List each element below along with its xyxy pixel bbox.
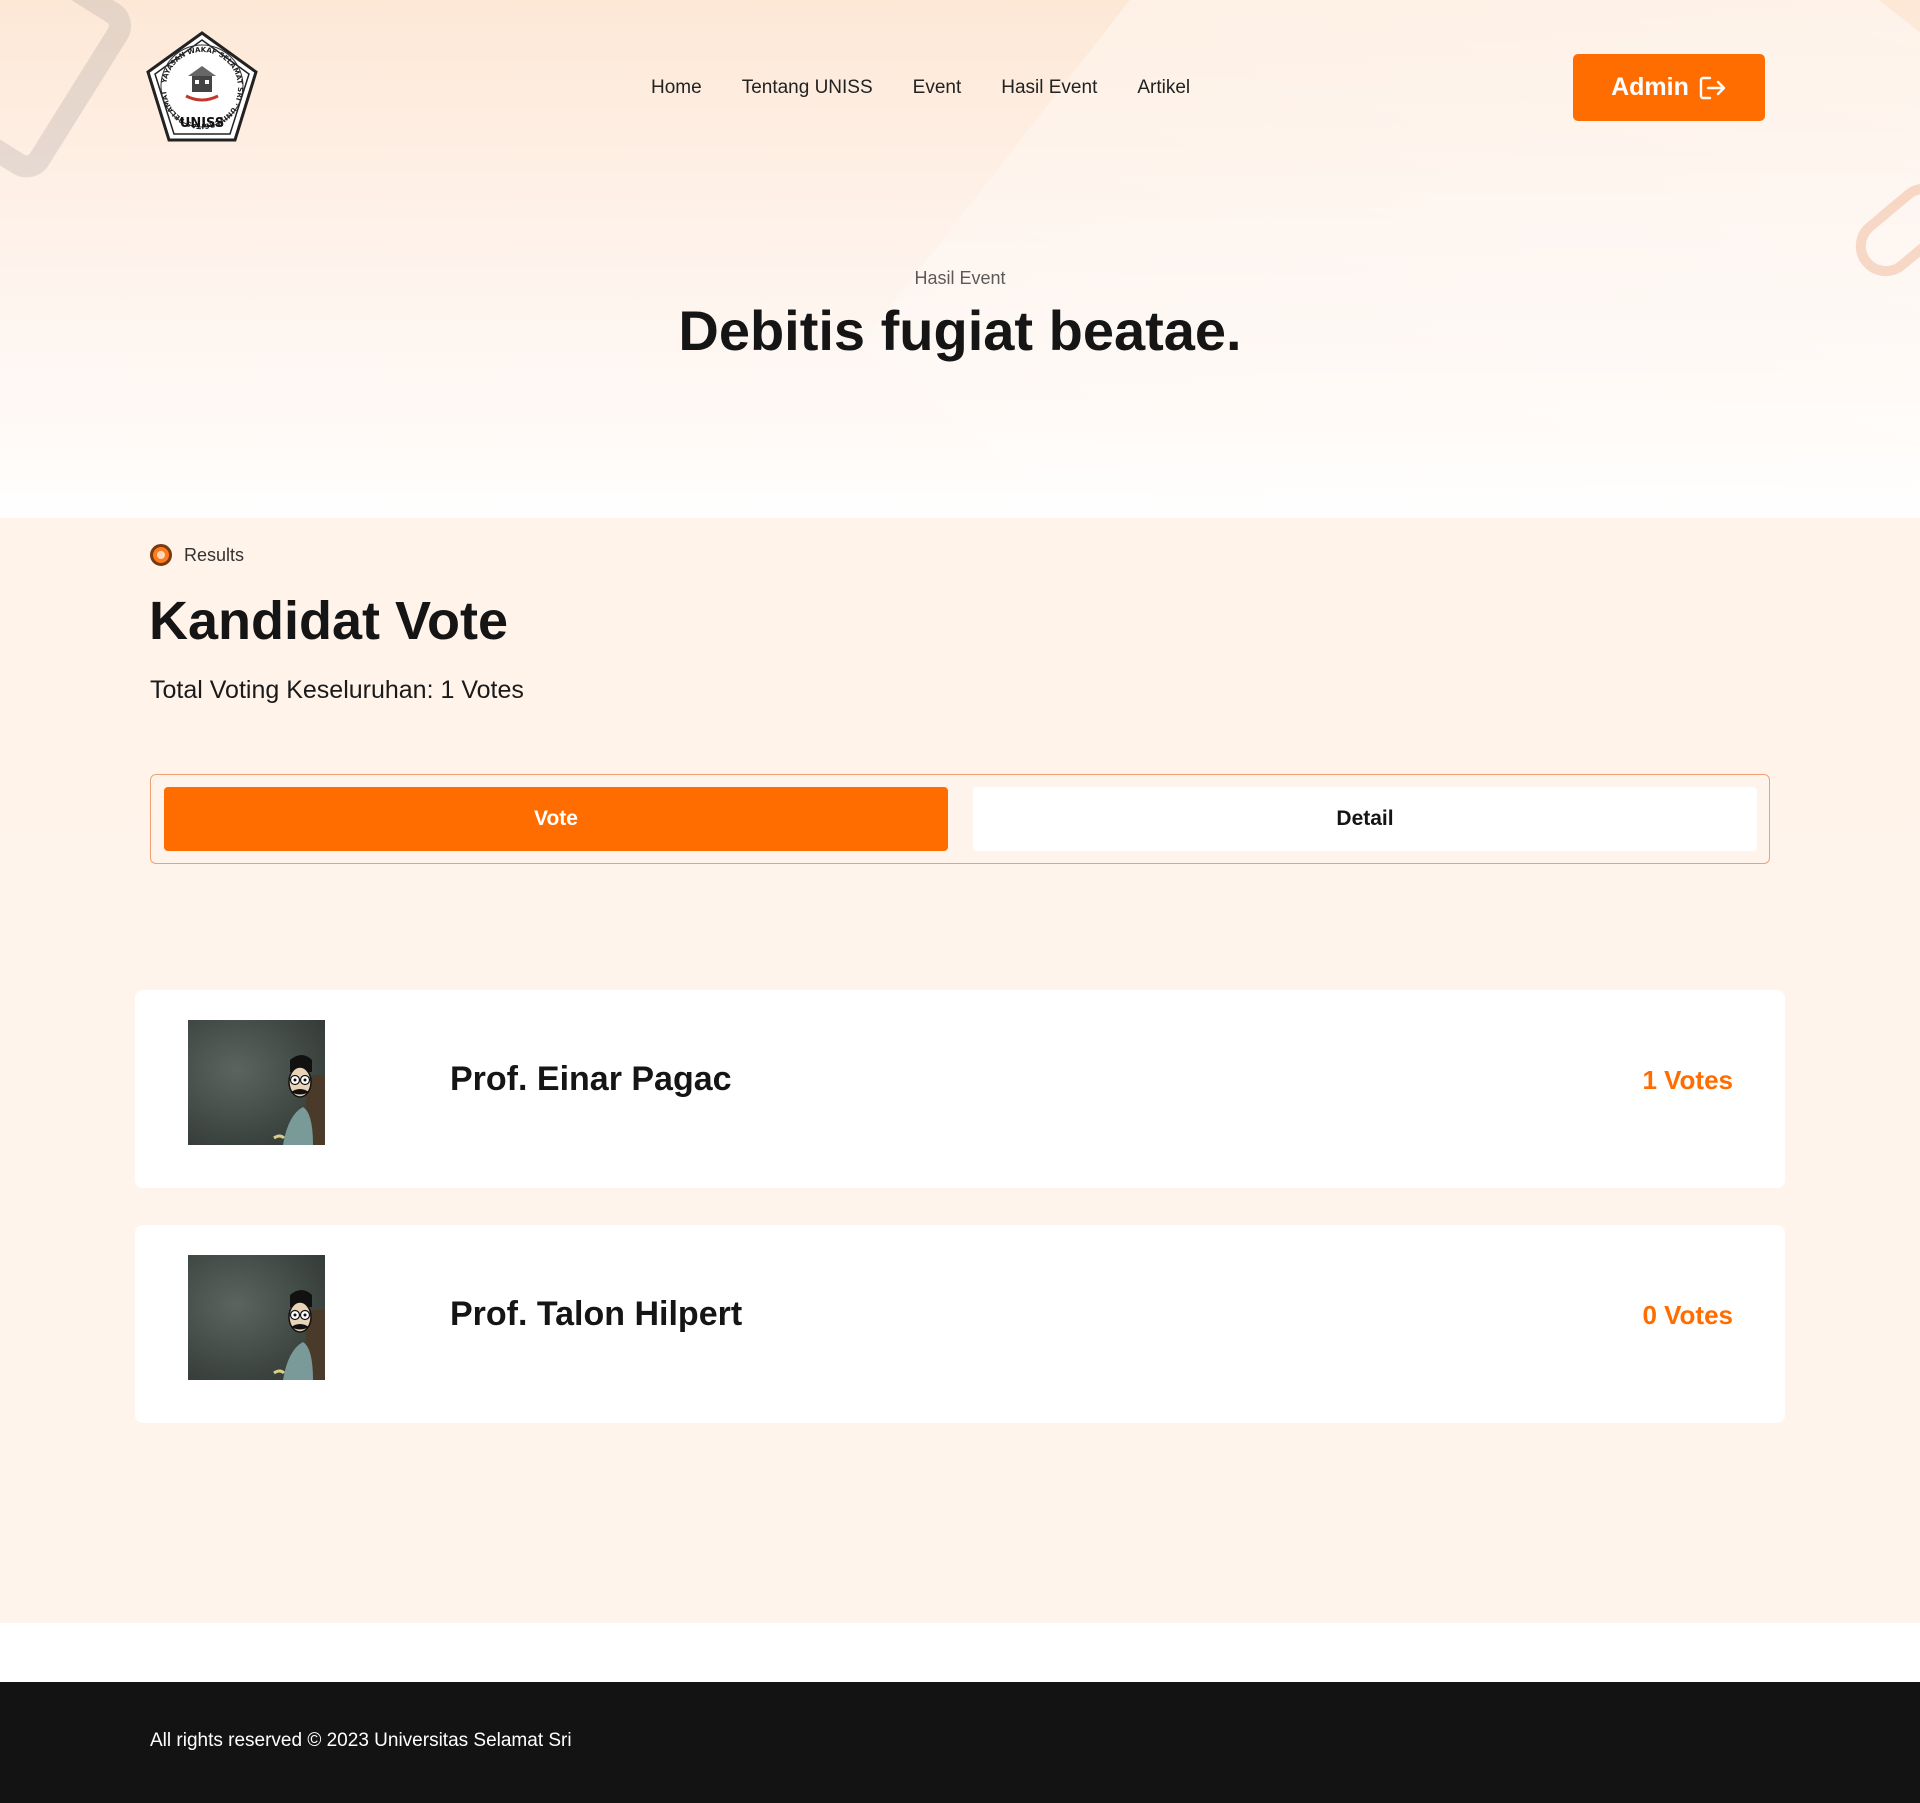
candidate-card: Prof. Einar Pagac 1 Votes — [135, 990, 1785, 1188]
footer: All rights reserved © 2023 Universitas S… — [0, 1682, 1920, 1803]
total-votes: Total Voting Keseluruhan: 1 Votes — [150, 676, 524, 704]
main-nav: Home Tentang UNISS Event Hasil Event Art… — [651, 74, 1190, 102]
nav-artikel[interactable]: Artikel — [1137, 77, 1190, 99]
nav-hasil-event[interactable]: Hasil Event — [1001, 77, 1097, 99]
view-tabs: Vote Detail — [150, 774, 1770, 864]
cartoon-portrait-image — [273, 1055, 325, 1145]
candidate-photo — [188, 1020, 325, 1145]
hero-decoration — [0, 0, 141, 188]
nav-home[interactable]: Home — [651, 77, 702, 99]
results-tag: Results — [150, 544, 244, 566]
uniss-logo[interactable]: YAYASAN WAKAF SELAMAT SRI · UNIVERSITAS … — [141, 24, 260, 146]
footer-copyright: All rights reserved © 2023 Universitas S… — [150, 1730, 572, 1751]
uniss-logo-emblem: YAYASAN WAKAF SELAMAT SRI · UNIVERSITAS … — [141, 24, 258, 142]
candidate-name: Prof. Einar Pagac — [450, 1060, 732, 1098]
candidate-card: Prof. Talon Hilpert 0 Votes — [135, 1225, 1785, 1423]
candidate-votes: 0 Votes — [1642, 1300, 1733, 1330]
admin-button-label: Admin — [1611, 73, 1689, 101]
admin-button[interactable]: Admin — [1573, 54, 1765, 121]
section-title: Kandidat Vote — [149, 591, 509, 651]
tab-detail[interactable]: Detail — [973, 787, 1757, 851]
candidate-photo — [188, 1255, 325, 1380]
logout-arrow-icon — [1699, 76, 1726, 99]
target-dot-icon — [150, 544, 172, 566]
hero-header: YAYASAN WAKAF SELAMAT SRI · UNIVERSITAS … — [0, 0, 1920, 518]
nav-tentang-uniss[interactable]: Tentang UNISS — [742, 77, 873, 99]
nav-event[interactable]: Event — [913, 77, 962, 99]
hero-breadcrumb: Hasil Event — [914, 268, 1006, 288]
results-tag-label: Results — [184, 544, 245, 565]
candidate-name: Prof. Talon Hilpert — [450, 1295, 743, 1333]
tab-vote[interactable]: Vote — [164, 787, 948, 851]
results-section: Results Kandidat Vote Total Voting Kesel… — [0, 518, 1920, 1623]
logo-text: UNISS — [180, 116, 224, 131]
cartoon-portrait-image — [273, 1290, 325, 1380]
candidate-votes: 1 Votes — [1642, 1065, 1733, 1095]
page-title: Debitis fugiat beatae. — [678, 299, 1242, 362]
